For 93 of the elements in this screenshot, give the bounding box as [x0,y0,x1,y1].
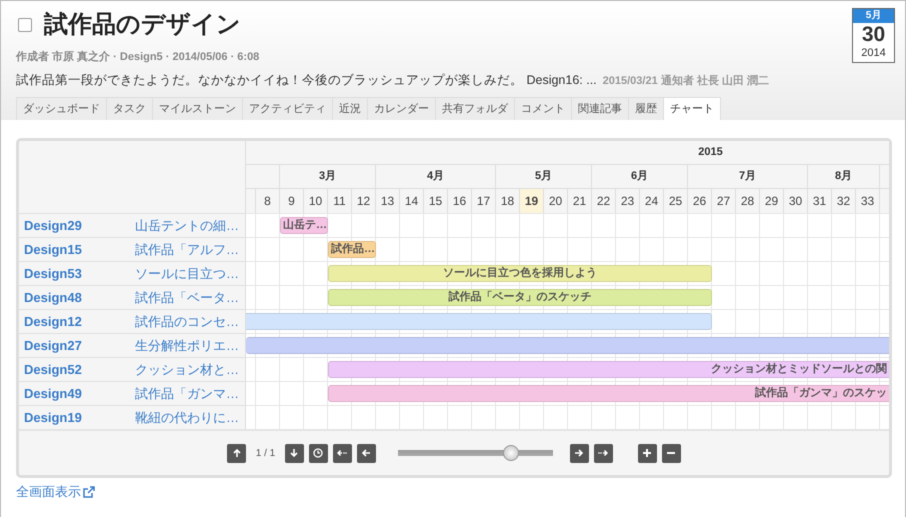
task-title-link[interactable]: 靴紐の代わりに… [135,408,239,426]
meta-text: 作成者 市原 真之介 · Design5 · 2014/05/06 · 6:08 [16,50,260,64]
task-title-link[interactable]: 試作品「ガンマ… [135,384,239,402]
task-key-link[interactable]: Design29 [24,218,135,233]
task-key-link[interactable]: Design53 [24,266,135,281]
today-icon [313,448,324,458]
day-cell: 31 [808,189,832,213]
zoom-out-button[interactable] [662,444,681,462]
day-cell: 32 [832,189,856,213]
bar-label: 試作品「ベータ」のスケッチ [448,291,592,303]
task-title-link[interactable]: ソールに目立つ… [135,264,239,282]
gantt-bar[interactable]: クッション材とミッドソールとの関 [328,361,889,378]
scroll-up-button[interactable] [227,444,246,462]
checkbox[interactable] [18,18,32,32]
jump-end-button[interactable] [594,444,613,462]
day-cell: 24 [640,189,664,213]
zoom-in-button[interactable] [638,444,657,462]
jump-start-icon [337,448,348,458]
day-cell: 16 [448,189,472,213]
badge-month: 5月 [853,9,894,23]
task-title-link[interactable]: 山岳テントの細… [135,216,239,234]
jump-end-icon [598,448,608,458]
tab[interactable]: ダッシュボード [16,97,107,120]
task-title-link[interactable]: 試作品「ベータ… [135,288,239,306]
day-cell: 12 [352,189,376,213]
task-key-link[interactable]: Design19 [24,410,135,425]
day-cell: 17 [472,189,496,213]
month-label: 4月 [426,170,444,182]
month-label: 5月 [534,170,552,182]
scroll-down-icon [289,448,300,458]
scroll-right-button[interactable] [570,444,589,462]
day-cell: 20 [544,189,568,213]
day-cell: 10 [304,189,328,213]
gantt-bar[interactable]: ソールに目立つ色を採用しよう [328,265,712,282]
scroll-down-button[interactable] [284,444,304,462]
fullscreen-link[interactable]: 全画面表示 [16,484,95,500]
day-cell: 30 [784,189,808,213]
day-cell: 15 [424,189,448,213]
task-key-link[interactable]: Design48 [24,290,135,305]
task-key-link[interactable]: Design52 [24,362,135,377]
tab[interactable]: チャート [663,97,721,120]
scroll-up-icon [232,448,242,458]
day-cell: 8 [256,189,280,213]
day-cell: 14 [400,189,424,213]
today-button[interactable] [308,444,328,462]
slider-thumb[interactable] [503,445,520,461]
year-label: 2015 [697,145,724,160]
task-key-link[interactable]: Design12 [24,314,135,329]
page-indicator: 1 / 1 [256,448,276,458]
day-cell: 11 [328,189,352,213]
day-cell: 28 [736,189,760,213]
day-cell: 21 [568,189,592,213]
month-label: 6月 [630,170,648,182]
day-cell: 33 [856,189,880,213]
day-cell: 9 [280,189,304,213]
month-label: 3月 [318,170,336,182]
badge-day: 30 [853,23,894,47]
jump-start-button[interactable] [332,444,352,462]
month-label: 8月 [834,170,852,182]
task-key-link[interactable]: Design49 [24,386,135,401]
day-cell: 22 [592,189,616,213]
comment-info: 2015/03/21 通知者 社長 山田 潤二 [602,74,769,88]
day-cell: 26 [688,189,712,213]
bar-label: ソールに目立つ色を採用しよう [443,267,597,279]
month-label: 7月 [738,170,756,182]
gantt-bar[interactable]: 試作品… [328,241,376,258]
scroll-left-icon [361,448,372,458]
bar-label: クッション材とミッドソールとの関 [711,363,887,375]
task-key-link[interactable]: Design15 [24,242,135,257]
task-title-link[interactable]: 試作品「アルフ… [135,240,239,258]
badge-year: 2014 [860,47,887,61]
gantt-bar[interactable]: 山岳テ… [280,217,328,234]
day-cell: 25 [664,189,688,213]
bar-label: 山岳テ… [283,219,327,231]
day-cell: 19 [520,189,544,213]
bar-label: 試作品「ガンマ」のスケッ [755,387,887,399]
bar-label: 試作品… [331,243,375,255]
page-title: 試作品のデザイン [44,10,241,40]
task-title-link[interactable]: 生分解性ポリエ… [135,336,239,354]
task-title-link[interactable]: クッション材と… [135,360,239,378]
external-link-icon [83,486,95,498]
task-key-link[interactable]: Design27 [24,338,135,353]
day-cell: 13 [376,189,400,213]
scroll-left-button[interactable] [356,444,376,462]
zoom-in-icon [642,448,652,458]
day-cell: 27 [712,189,736,213]
scroll-right-icon [574,448,584,458]
task-title-link[interactable]: 試作品のコンセ… [135,312,239,330]
day-cell: 23 [616,189,640,213]
gantt-bar[interactable]: 試作品「ベータ」のスケッチ [328,289,712,306]
gantt-bar[interactable]: 試作品「ガンマ」のスケッ [328,385,889,402]
day-cell: 29 [760,189,784,213]
comment-text: 試作品第一段ができたようだ。なかなかイイね！今後のブラッシュアップが楽しみだ。 Design16: ... [16,72,597,89]
